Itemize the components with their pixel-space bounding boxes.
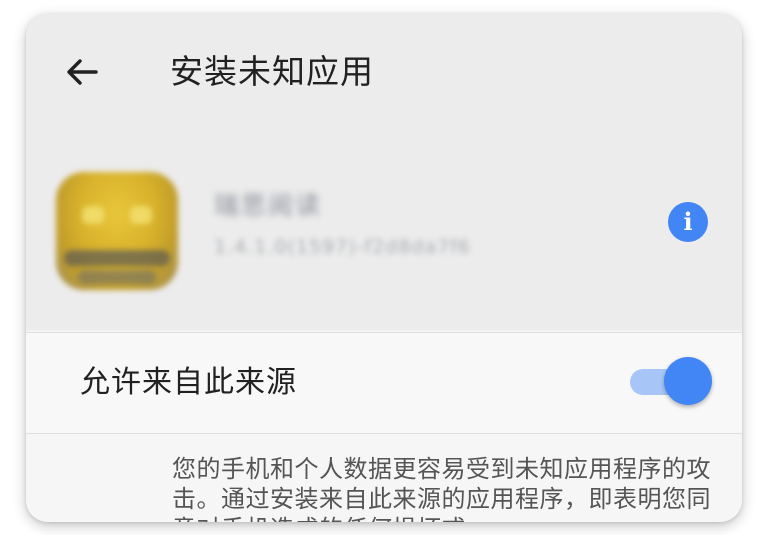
- warning-text: 您的手机和个人数据更容易受到未知应用程序的攻击。通过安装来自此来源的应用程序，即…: [172, 455, 711, 522]
- app-icon-detail: [78, 270, 156, 284]
- settings-card: 安装未知应用 瑞思阅读 1.4.1.0(1597)-f2d8da7f6 i 允许…: [26, 14, 742, 522]
- app-name: 瑞思阅读: [214, 191, 323, 220]
- allow-source-row[interactable]: 允许来自此来源: [26, 332, 742, 434]
- app-icon: [56, 172, 178, 290]
- page-title: 安装未知应用: [170, 52, 374, 91]
- back-arrow-icon-svg: [67, 59, 98, 85]
- warning-section: 您的手机和个人数据更容易受到未知应用程序的攻击。通过安装来自此来源的应用程序，即…: [26, 434, 742, 522]
- allow-source-label: 允许来自此来源: [80, 365, 297, 400]
- app-icon-detail: [130, 206, 152, 224]
- header: 安装未知应用 瑞思阅读 1.4.1.0(1597)-f2d8da7f6 i: [26, 14, 742, 330]
- back-arrow-icon[interactable]: [62, 52, 102, 92]
- info-icon[interactable]: i: [668, 202, 708, 242]
- toggle-thumb: [664, 357, 712, 405]
- app-icon-detail: [64, 250, 170, 266]
- app-version: 1.4.1.0(1597)-f2d8da7f6: [214, 236, 472, 258]
- app-icon-detail: [82, 206, 104, 224]
- allow-source-toggle[interactable]: [630, 357, 714, 409]
